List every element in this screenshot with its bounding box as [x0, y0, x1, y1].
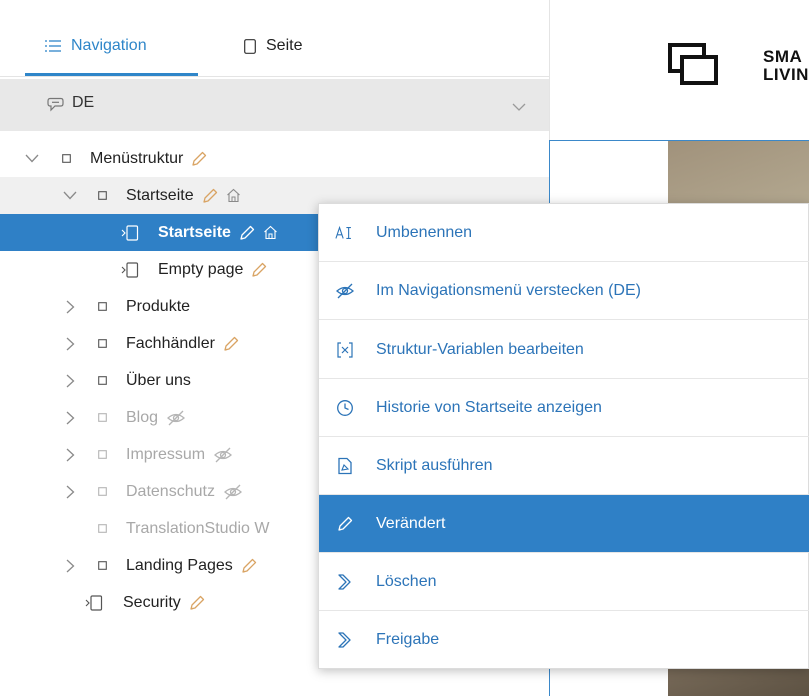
folder-node-icon	[62, 140, 71, 177]
context-menu-item-label: Löschen	[376, 572, 437, 590]
chevron-right-icon[interactable]	[62, 473, 78, 510]
hidden-icon	[213, 447, 233, 463]
context-menu-item[interactable]: Löschen	[319, 553, 809, 611]
speech-bubble-icon	[47, 97, 64, 117]
context-menu-item[interactable]: Freigabe	[319, 611, 809, 669]
hidden-icon	[223, 484, 243, 500]
pencil-icon[interactable]	[202, 188, 218, 204]
rename-icon	[335, 223, 355, 243]
workflow-icon	[335, 630, 355, 650]
language-select[interactable]: DE	[0, 79, 549, 131]
tree-item-actions	[239, 214, 278, 251]
folder-node-icon	[98, 399, 107, 436]
chevron-down-icon[interactable]	[24, 140, 40, 177]
tree-item-actions	[191, 140, 207, 177]
pencil-icon[interactable]	[239, 225, 255, 241]
folder-node-icon	[98, 436, 107, 473]
page-node-icon	[121, 251, 139, 288]
tree-item-label: Fachhändler	[126, 335, 215, 352]
context-menu: Umbenennen Im Navigationsmenü verstecken …	[318, 203, 809, 669]
chevron-right-icon[interactable]	[62, 325, 78, 362]
tree-item-actions	[213, 436, 233, 473]
folder-node-icon	[98, 547, 107, 584]
language-value: DE	[72, 94, 95, 111]
context-menu-item-label: Skript ausführen	[376, 456, 493, 474]
context-menu-item[interactable]: Umbenennen	[319, 204, 809, 262]
home-icon	[226, 188, 241, 203]
tree-item-actions	[251, 251, 267, 288]
tree-item-label: Empty page	[158, 261, 244, 278]
folder-node-icon	[98, 177, 107, 214]
chevron-right-icon[interactable]	[62, 436, 78, 473]
context-menu-item-label: Im Navigationsmenü verstecken (DE)	[376, 281, 641, 299]
folder-node-icon	[98, 510, 107, 547]
chevron-down-icon	[512, 99, 526, 117]
tab-page-label: Seite	[266, 37, 303, 54]
context-menu-item-label: Umbenennen	[376, 223, 473, 241]
tree-item-label: Datenschutz	[126, 483, 215, 500]
tab-navigation-label: Navigation	[71, 37, 147, 54]
folder-node-icon	[98, 325, 107, 362]
context-menu-item[interactable]: Historie von Startseite anzeigen	[319, 379, 809, 437]
tree-item-label: Startseite	[126, 187, 194, 204]
context-menu-item-label: Freigabe	[376, 631, 440, 648]
pencil-icon[interactable]	[223, 336, 239, 352]
tab-navigation[interactable]: Navigation	[45, 34, 147, 58]
context-menu-item[interactable]: Skript ausführen	[319, 437, 809, 495]
hidden-icon	[335, 281, 355, 301]
context-menu-item[interactable]: Struktur-Variablen bearbeiten	[319, 321, 809, 379]
context-menu-item-label: Historie von Startseite anzeigen	[376, 398, 602, 416]
pencil-icon[interactable]	[189, 595, 205, 611]
variables-icon	[335, 340, 355, 360]
folder-node-icon	[98, 473, 107, 510]
tree-item-actions	[241, 547, 257, 584]
tree-item-actions	[223, 325, 239, 362]
panel-tabs: Navigation Seite	[0, 0, 549, 77]
tree-item-actions	[202, 177, 241, 214]
tree-item-actions	[166, 399, 186, 436]
tree-item-label: Landing Pages	[126, 557, 233, 574]
history-icon	[335, 398, 355, 418]
tree-item-label: TranslationStudio W	[126, 520, 270, 537]
folder-node-icon	[98, 288, 107, 325]
pencil-icon[interactable]	[251, 262, 267, 278]
site-logo-icon	[668, 43, 728, 90]
chevron-right-icon[interactable]	[62, 288, 78, 325]
tree-item[interactable]: Menüstruktur	[0, 140, 549, 177]
pencil-icon[interactable]	[241, 558, 257, 574]
context-menu-item[interactable]: Im Navigationsmenü verstecken (DE)	[319, 262, 809, 320]
tree-item-label: Produkte	[126, 298, 191, 315]
active-tab-indicator	[25, 73, 198, 76]
tree-item-label: Über uns	[126, 372, 191, 389]
workflow-icon	[335, 572, 355, 592]
tree-item-label: Menüstruktur	[90, 150, 184, 167]
tree-item-label: Blog	[126, 409, 159, 426]
context-menu-item-label: Verändert	[376, 514, 446, 532]
home-icon	[263, 225, 278, 240]
chevron-right-icon[interactable]	[62, 362, 78, 399]
script-icon	[335, 456, 355, 476]
page-icon	[244, 38, 256, 54]
chevron-right-icon[interactable]	[62, 547, 78, 584]
tree-item-label: Security	[123, 594, 181, 611]
page-node-icon	[85, 584, 103, 621]
page-node-icon	[121, 214, 139, 251]
chevron-right-icon[interactable]	[62, 399, 78, 436]
tree-item-label: Startseite	[158, 224, 231, 241]
pencil-icon[interactable]	[191, 151, 207, 167]
tab-page[interactable]: Seite	[244, 34, 302, 58]
tree-item-actions	[223, 473, 243, 510]
brand-name: SMA LIVIN	[763, 47, 809, 84]
pencil-icon	[335, 514, 355, 534]
hidden-icon	[166, 410, 186, 426]
tree-item-label: Impressum	[126, 446, 206, 463]
folder-node-icon	[98, 362, 107, 399]
list-icon	[45, 39, 61, 53]
chevron-down-icon[interactable]	[62, 177, 78, 214]
tree-item-actions	[189, 584, 205, 621]
context-menu-item[interactable]: Verändert	[319, 495, 809, 553]
context-menu-item-label: Struktur-Variablen bearbeiten	[376, 340, 584, 358]
